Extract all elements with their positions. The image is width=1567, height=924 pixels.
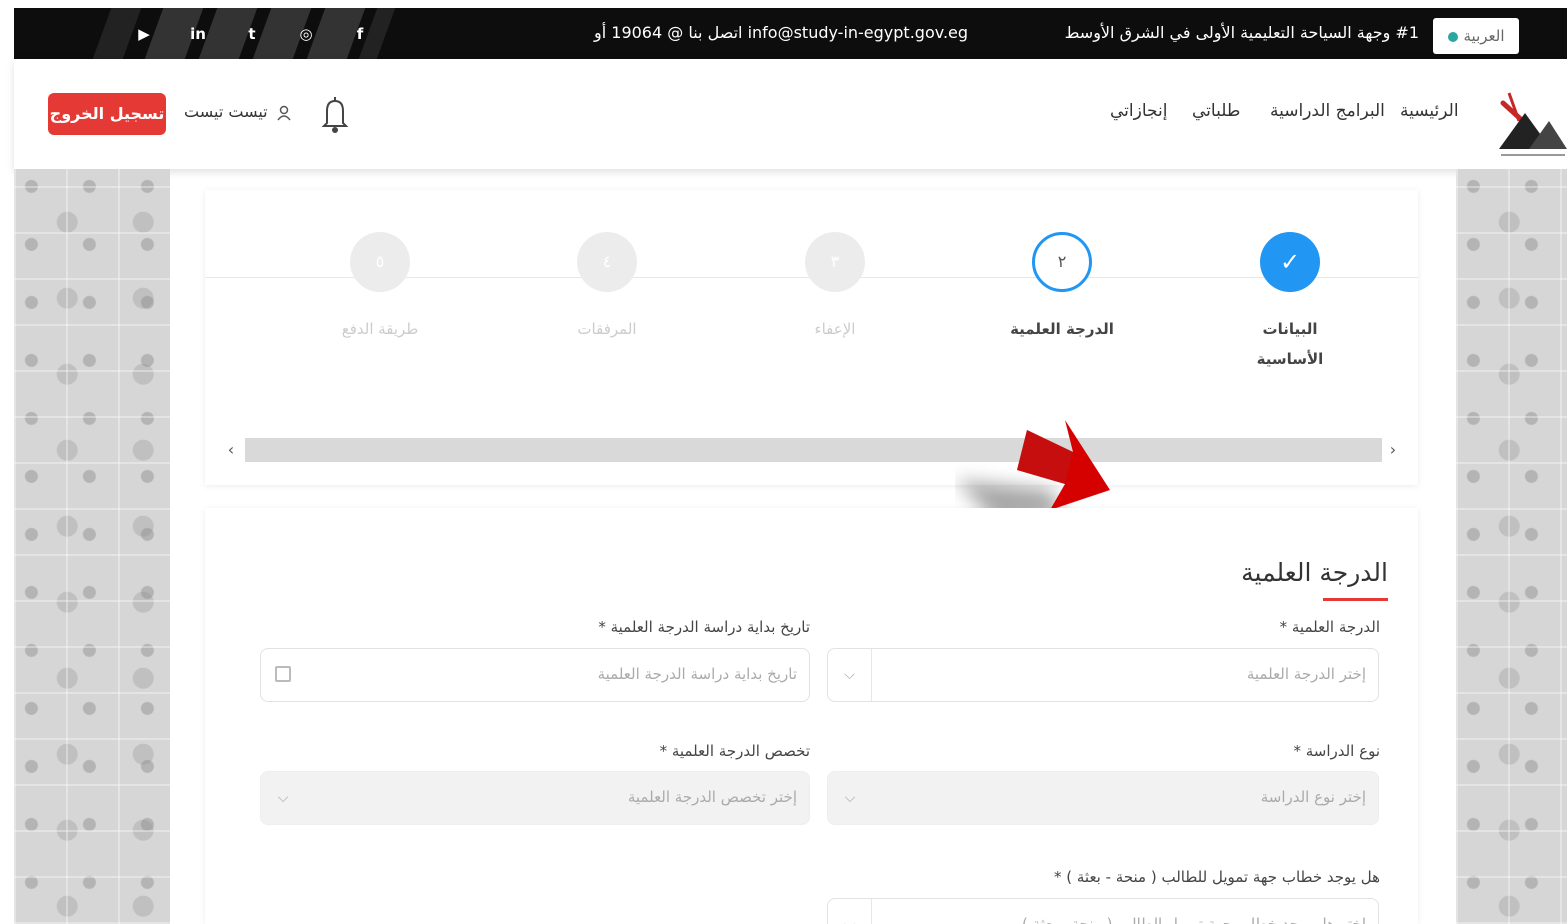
- social-links: ▶ in t ◎ f: [92, 8, 398, 59]
- section-title: الدرجة العلمية: [1241, 558, 1388, 587]
- step-number: ٢: [1032, 232, 1092, 292]
- study-type-select[interactable]: ⌵ إختر نوع الدراسة: [827, 771, 1379, 825]
- study-type-placeholder: إختر نوع الدراسة: [1260, 788, 1366, 806]
- nav-applications[interactable]: طلباتي: [1192, 101, 1240, 121]
- step-label: المرفقات: [577, 320, 637, 338]
- chevron-down-icon: ⌵: [844, 790, 856, 806]
- logout-button[interactable]: تسجيل الخروج: [48, 93, 166, 135]
- chevron-down-icon: ⌵: [828, 649, 872, 701]
- user-icon: [277, 105, 291, 120]
- calendar-icon: [275, 666, 291, 682]
- specialization-select[interactable]: ⌵ إختر تخصص الدرجة العلمية: [260, 771, 810, 825]
- step-exemption[interactable]: ٣ الإعفاء: [745, 232, 925, 344]
- language-dot-icon: [1447, 31, 1458, 42]
- start-date-placeholder: تاريخ بداية دراسة الدرجة العلمية: [597, 665, 797, 683]
- stepper-card: ✓ البيانات الأساسية ٢ الدرجة العلمية ٣ ا…: [205, 190, 1418, 485]
- funding-select[interactable]: ⌵ إختر هل يوجد خطاب جهة تمويل الطالب ( م…: [827, 898, 1379, 924]
- main-header: الرئيسية البرامج الدراسية طلباتي إنجازات…: [14, 59, 1567, 169]
- decorative-pattern-left: [14, 169, 170, 924]
- tagline: #1 وجهة السياحة التعليمية الأولى في الشر…: [1064, 23, 1419, 42]
- nav-achievements[interactable]: إنجازاتي: [1110, 101, 1167, 121]
- top-bar: ▶ in t ◎ f اتصل بنا @ 19064 أو info@stud…: [14, 8, 1567, 59]
- funding-label: هل يوجد خطاب جهة تمويل للطالب ( منحة - ب…: [1053, 868, 1380, 886]
- chevron-down-icon: ⌵: [828, 899, 872, 924]
- step-payment[interactable]: ٥ طريقة الدفع: [290, 232, 470, 344]
- specialization-placeholder: إختر تخصص الدرجة العلمية: [627, 788, 797, 806]
- step-label: البيانات الأساسية: [1256, 320, 1324, 368]
- horizontal-scrollbar[interactable]: [245, 438, 1382, 462]
- step-basic-info[interactable]: ✓ البيانات الأساسية: [1200, 232, 1380, 374]
- youtube-icon[interactable]: ▶: [131, 21, 157, 47]
- nav-programs[interactable]: البرامج الدراسية: [1270, 101, 1385, 121]
- degree-placeholder: إختر الدرجة العلمية: [1246, 665, 1366, 683]
- instagram-icon[interactable]: ◎: [293, 21, 319, 47]
- step-number: ٥: [350, 232, 410, 292]
- site-logo[interactable]: [1497, 73, 1567, 163]
- user-name: تيست تيست: [184, 102, 268, 121]
- linkedin-icon[interactable]: in: [185, 21, 211, 47]
- step-degree[interactable]: ٢ الدرجة العلمية: [972, 232, 1152, 344]
- nav-home[interactable]: الرئيسية: [1400, 101, 1459, 121]
- step-check-icon: ✓: [1260, 232, 1320, 292]
- study-type-label: نوع الدراسة *: [1293, 742, 1380, 760]
- facebook-icon[interactable]: f: [347, 21, 373, 47]
- degree-form-card: الدرجة العلمية الدرجة العلمية * ⌵ إختر ا…: [205, 508, 1418, 924]
- language-switcher[interactable]: العربية: [1433, 18, 1519, 54]
- funding-placeholder: إختر هل يوجد خطاب جهة تمويل الطالب ( منح…: [1022, 915, 1366, 924]
- notifications-bell-icon[interactable]: [320, 95, 350, 135]
- scroll-left-button[interactable]: ‹: [221, 438, 241, 462]
- user-menu[interactable]: تيست تيست: [184, 102, 291, 121]
- step-label: الإعفاء: [814, 320, 856, 338]
- specialization-label: تخصص الدرجة العلمية *: [659, 742, 810, 760]
- degree-select[interactable]: ⌵ إختر الدرجة العلمية: [827, 648, 1379, 702]
- contact-info: اتصل بنا @ 19064 أو info@study-in-egypt.…: [594, 23, 969, 42]
- scroll-right-button[interactable]: ›: [1383, 438, 1403, 462]
- step-label: الدرجة العلمية: [1010, 320, 1114, 338]
- step-number: ٤: [577, 232, 637, 292]
- start-date-input[interactable]: تاريخ بداية دراسة الدرجة العلمية: [260, 648, 810, 702]
- degree-label: الدرجة العلمية *: [1279, 618, 1380, 636]
- chevron-down-icon: ⌵: [277, 790, 289, 806]
- step-attachments[interactable]: ٤ المرفقات: [517, 232, 697, 344]
- step-label: طريقة الدفع: [341, 320, 419, 338]
- start-date-label: تاريخ بداية دراسة الدرجة العلمية *: [598, 618, 810, 636]
- decorative-pattern-right: [1456, 169, 1567, 924]
- step-number: ٣: [805, 232, 865, 292]
- language-label: العربية: [1463, 27, 1505, 45]
- twitter-icon[interactable]: t: [239, 21, 265, 47]
- title-underline: [1323, 598, 1388, 601]
- pyramids-logo-icon: [1499, 92, 1567, 156]
